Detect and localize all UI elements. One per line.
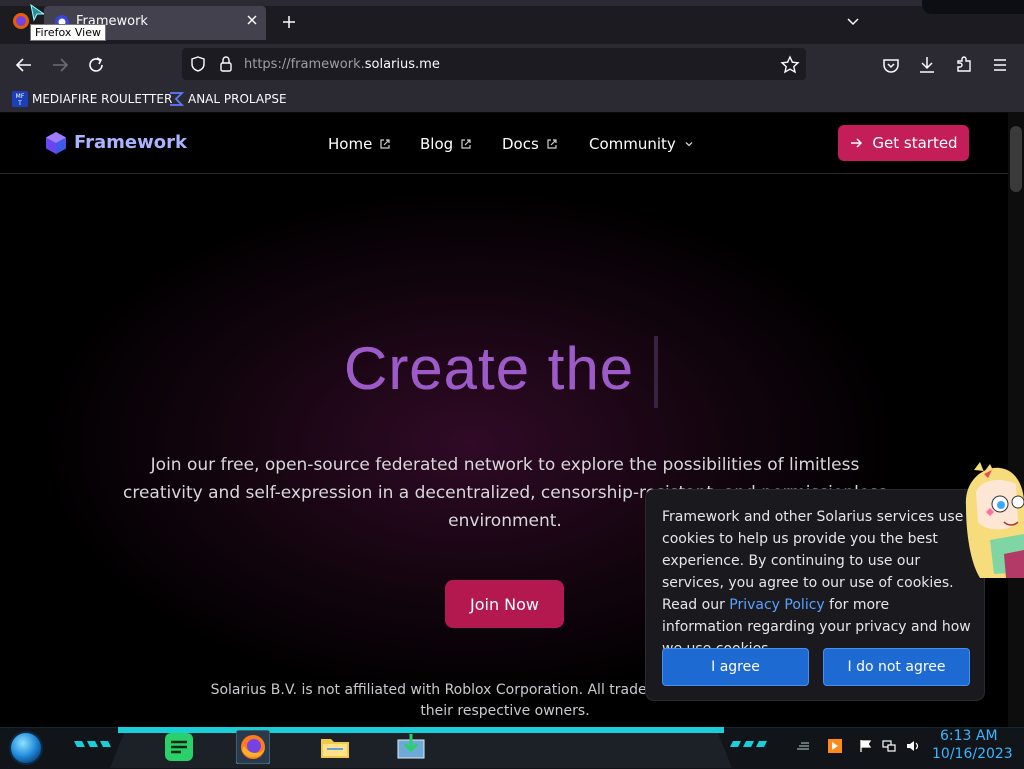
show-hidden-icons-icon[interactable] [796, 739, 810, 753]
firefox-view-icon[interactable] [12, 12, 30, 30]
agree-label: I agree [711, 659, 760, 675]
taskbar-decor-left [74, 739, 114, 749]
back-icon[interactable] [13, 54, 35, 76]
bookmark-item[interactable]: ANAL PROLAPSE [168, 90, 287, 108]
tooltip: Firefox View [30, 24, 107, 41]
logo-text[interactable]: Framework [74, 132, 187, 153]
close-tab-icon[interactable] [246, 14, 258, 26]
external-link-icon [547, 139, 557, 149]
nav-label: Blog [420, 135, 454, 153]
start-button-icon[interactable] [8, 730, 44, 766]
flag-icon[interactable] [858, 739, 872, 753]
clock-date[interactable]: 10/16/2023 [932, 746, 1013, 762]
get-started-label: Get started [872, 134, 958, 152]
bookmark-label: MEDIAFIRE ROULETTER [32, 92, 173, 106]
external-link-icon [380, 139, 390, 149]
nav-docs[interactable]: Docs [502, 135, 558, 153]
taskbar-decor-right [730, 739, 770, 749]
downloads-icon[interactable] [916, 54, 938, 76]
lock-icon[interactable] [218, 55, 234, 73]
star-icon[interactable] [780, 55, 800, 75]
new-tab-icon[interactable] [282, 15, 296, 29]
url-host: solarius.me [364, 57, 440, 72]
scrollbar-track[interactable] [1008, 113, 1024, 727]
join-now-button[interactable]: Join Now [445, 580, 564, 628]
bookmark-label: ANAL PROLAPSE [188, 92, 287, 106]
firefox-taskbar-icon[interactable] [236, 730, 270, 764]
bookmark-sigma-icon [168, 91, 184, 107]
file-explorer-icon[interactable] [318, 730, 352, 764]
nav-label: Docs [502, 135, 539, 153]
agree-button[interactable]: I agree [662, 648, 809, 686]
nav-label: Home [328, 135, 373, 153]
chevron-down-icon [685, 142, 693, 147]
extensions-icon[interactable] [953, 54, 975, 76]
typing-caret [654, 336, 658, 408]
spotify-like-icon[interactable] [162, 730, 196, 764]
nav-home[interactable]: Home [328, 135, 391, 153]
arrow-right-icon [851, 138, 863, 148]
window-corner-decoration [922, 0, 1024, 14]
svg-text:MF: MF [16, 93, 25, 100]
url-text[interactable]: https://framework.solarius.me [244, 57, 440, 72]
join-now-label: Join Now [469, 594, 540, 614]
cartoon-character-image [960, 462, 1024, 586]
volume-icon[interactable] [906, 739, 920, 753]
tray-app-icon[interactable] [828, 739, 842, 753]
network-icon[interactable] [882, 739, 896, 753]
framework-logo-icon[interactable] [44, 131, 68, 155]
privacy-policy-link[interactable]: Privacy Policy [729, 597, 824, 613]
get-started-button[interactable]: Get started [838, 125, 969, 161]
bookmark-item[interactable]: MF T MEDIAFIRE ROULETTER [12, 90, 172, 108]
nav-blog[interactable]: Blog [420, 135, 472, 153]
mediafire-icon: MF T [12, 91, 28, 107]
hero-title: Create the [344, 335, 635, 402]
chevron-down-icon[interactable] [846, 15, 860, 29]
clock-time[interactable]: 6:13 AM [940, 728, 998, 744]
external-link-icon [461, 139, 471, 149]
nav-community[interactable]: Community [589, 135, 695, 153]
cookie-message: Framework and other Solarius services us… [662, 506, 972, 660]
download-manager-icon[interactable] [394, 730, 428, 764]
reload-icon[interactable] [85, 54, 107, 76]
scrollbar-thumb[interactable] [1010, 126, 1022, 192]
disagree-label: I do not agree [847, 659, 946, 675]
disagree-button[interactable]: I do not agree [823, 648, 970, 686]
svg-text:T: T [17, 100, 22, 107]
url-prefix: https://framework. [244, 57, 365, 72]
shield-icon[interactable] [189, 55, 207, 73]
forward-icon[interactable] [49, 54, 71, 76]
nav-label: Community [589, 135, 676, 153]
pocket-icon[interactable] [880, 54, 902, 76]
menu-icon[interactable] [989, 54, 1011, 76]
